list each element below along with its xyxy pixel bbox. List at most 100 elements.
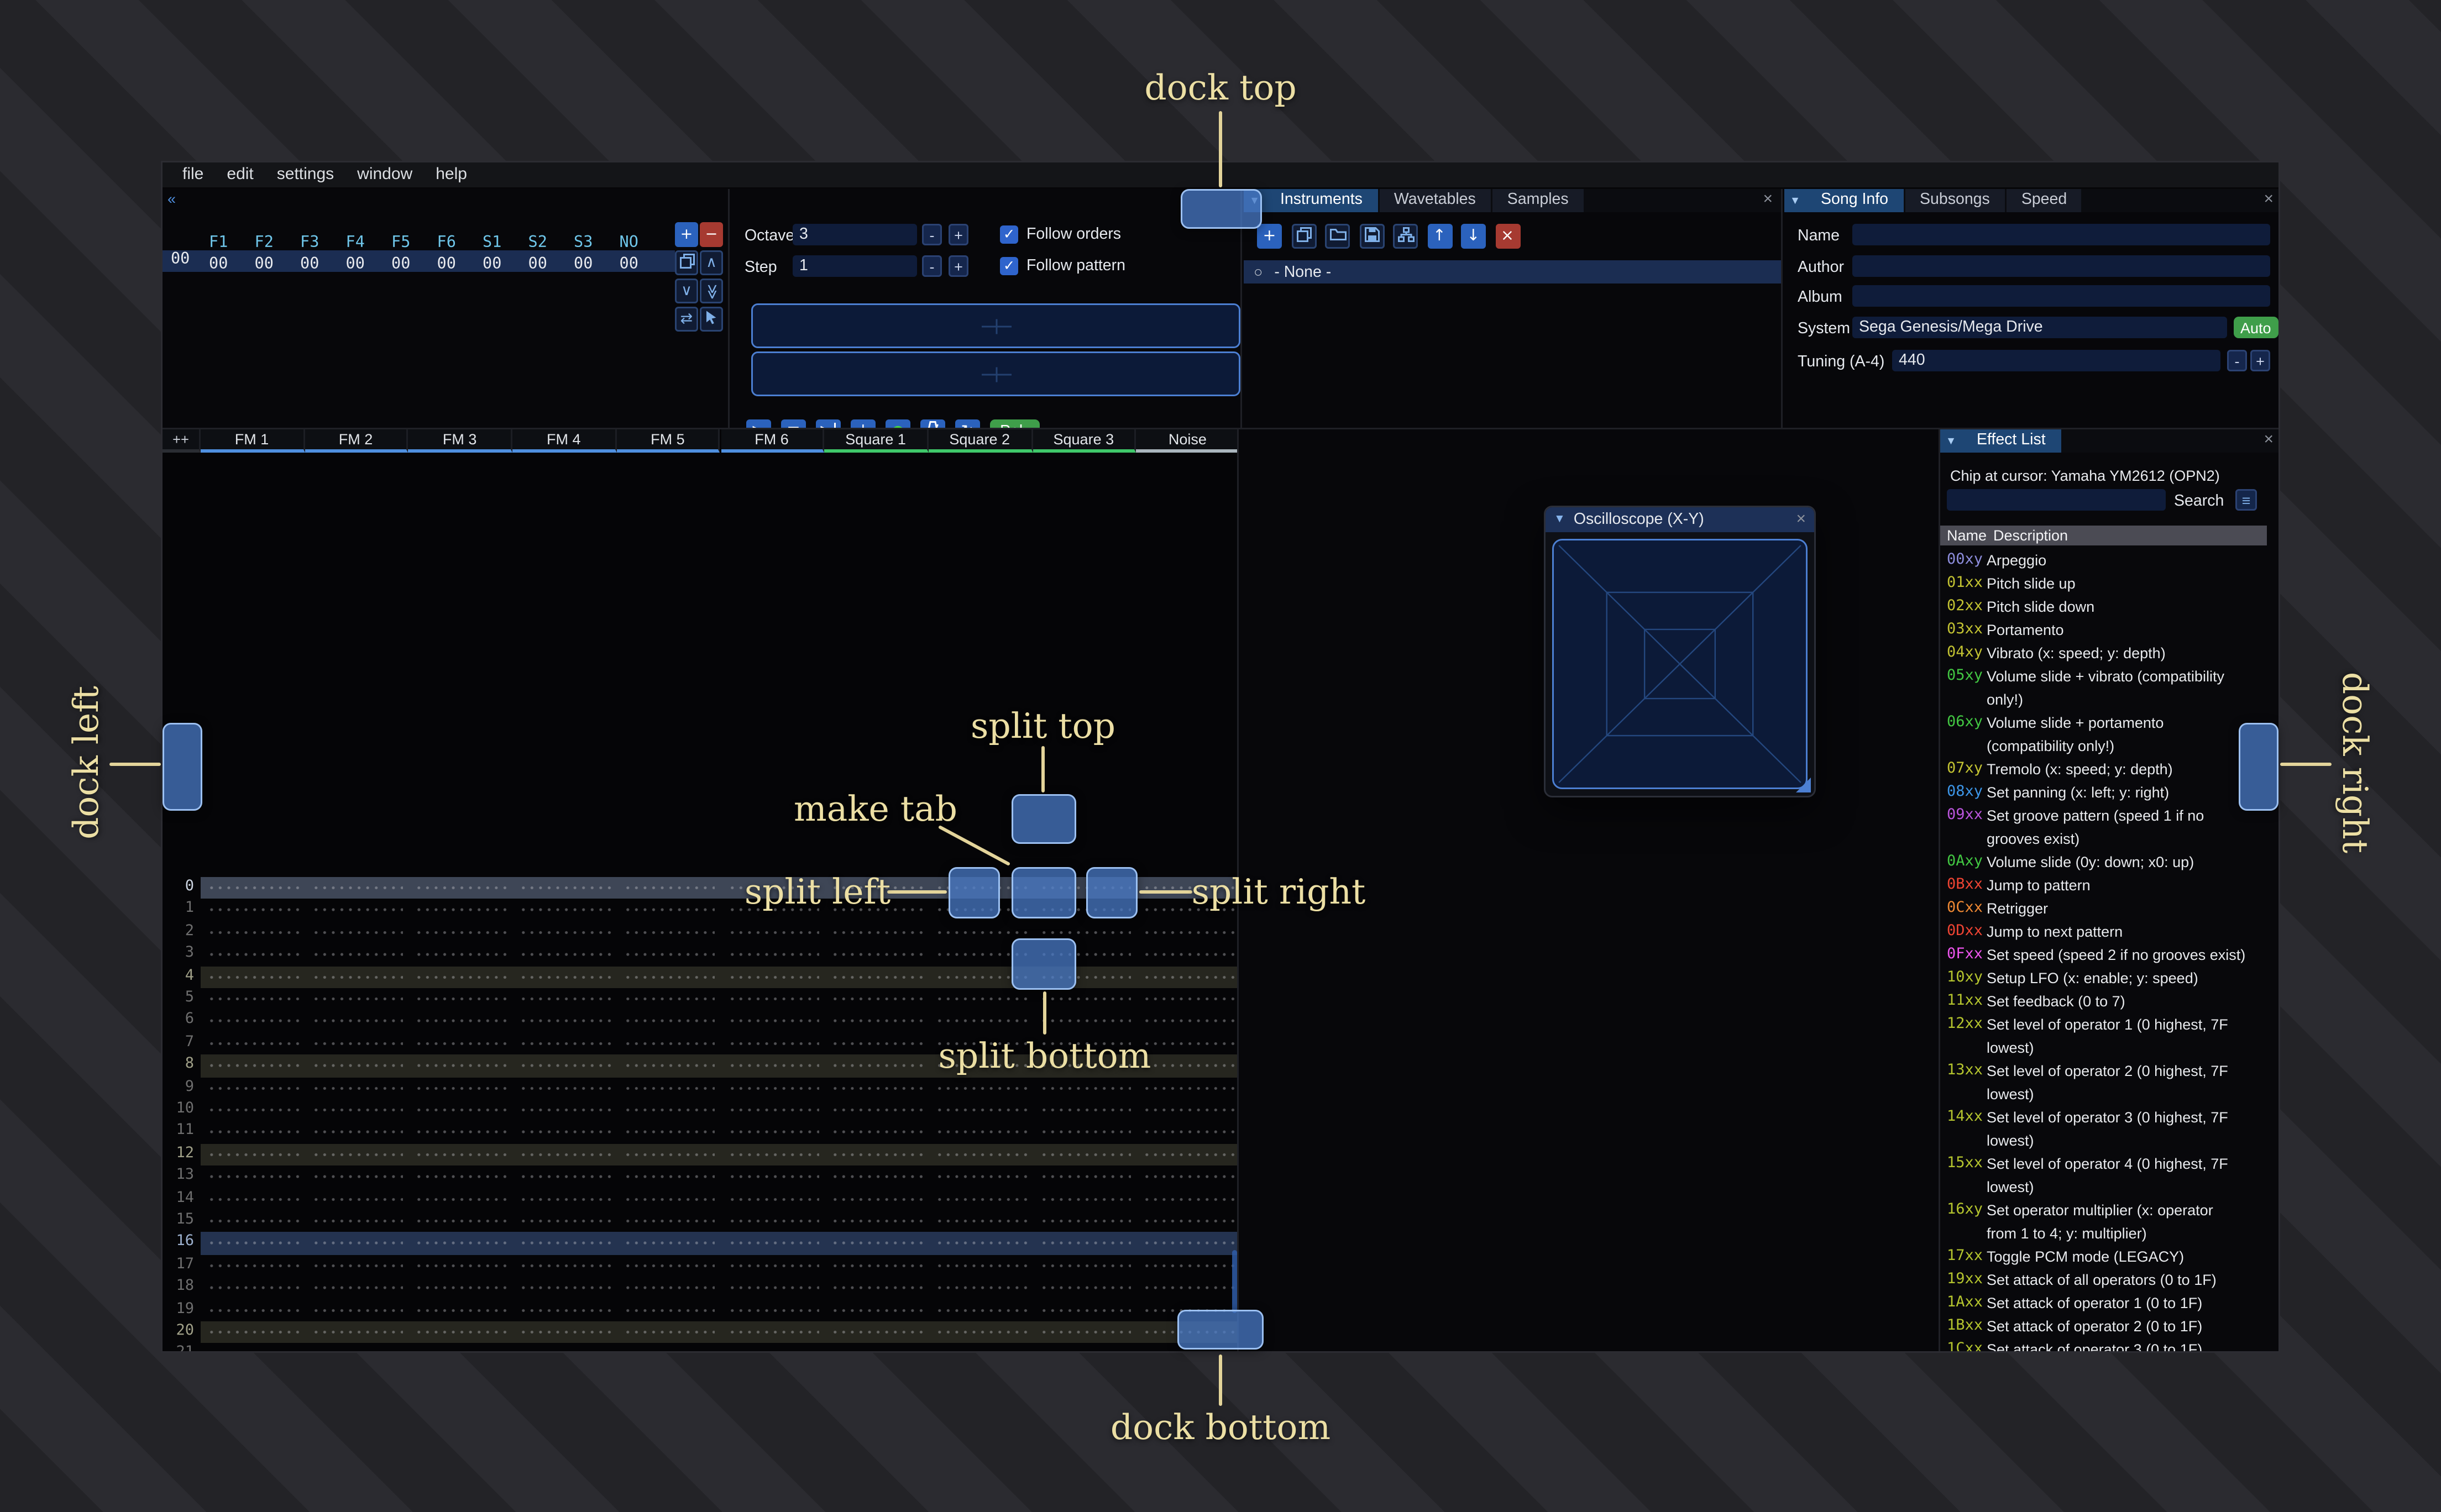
effect-row-0Dxx[interactable]: 0Dxx Jump to next pattern <box>1940 920 2278 943</box>
pattern-cell[interactable] <box>512 1010 616 1033</box>
pattern-cell[interactable] <box>929 1010 1033 1033</box>
pattern-cell[interactable] <box>305 1032 408 1055</box>
pattern-cell[interactable] <box>929 988 1033 1011</box>
oscilloscope-title-bar[interactable]: ▼ Oscilloscope (X-Y) × <box>1546 507 1814 532</box>
order-value[interactable]: 00 <box>561 255 606 274</box>
pattern-cell[interactable] <box>1136 1032 1237 1055</box>
pattern-cell[interactable] <box>721 1099 825 1122</box>
pattern-cell[interactable] <box>1136 1054 1237 1077</box>
make-tab-target[interactable] <box>1012 867 1076 918</box>
pattern-cell[interactable] <box>408 877 512 900</box>
pattern-cell[interactable] <box>721 1010 825 1033</box>
effect-row-07xy[interactable]: 07xy Tremolo (x: speed; y: depth) <box>1940 758 2278 781</box>
pattern-cell[interactable] <box>721 1210 825 1233</box>
pattern-cell[interactable] <box>929 1166 1033 1188</box>
pattern-cell[interactable] <box>305 1010 408 1033</box>
pattern-cell[interactable] <box>616 1054 720 1077</box>
effect-row-19xx[interactable]: 19xx Set attack of all operators (0 to 1F… <box>1940 1268 2278 1292</box>
effect-row-11xx[interactable]: 11xx Set feedback (0 to 7) <box>1940 990 2278 1013</box>
pattern-cell[interactable] <box>1136 1232 1237 1255</box>
pattern-cell[interactable] <box>408 1143 512 1166</box>
pattern-cell[interactable] <box>825 921 929 944</box>
pattern-cell[interactable] <box>305 1277 408 1299</box>
pattern-cell[interactable] <box>512 1054 616 1077</box>
auto-tuning-button[interactable]: Auto <box>2234 317 2278 338</box>
effect-row-1Bxx[interactable]: 1Bxx Set attack of operator 2 (0 to 1F) <box>1940 1315 2278 1338</box>
pattern-cell[interactable] <box>1136 1166 1237 1188</box>
pattern-cell[interactable] <box>721 1143 825 1166</box>
pattern-cell[interactable] <box>512 877 616 900</box>
order-value[interactable]: 00 <box>378 255 424 274</box>
channel-header-square-2[interactable]: Square 2 <box>928 429 1033 453</box>
pattern-cell[interactable] <box>1033 1232 1136 1255</box>
pattern-cell[interactable] <box>512 899 616 922</box>
follow-orders-checkbox[interactable]: ✓ Follow orders <box>1000 224 1121 245</box>
order-value[interactable]: 00 <box>287 255 333 274</box>
pattern-cell[interactable] <box>305 921 408 944</box>
pattern-cell[interactable] <box>201 1277 305 1299</box>
order-value[interactable]: 00 <box>196 255 242 274</box>
pattern-cell[interactable] <box>616 877 720 900</box>
pattern-cell[interactable] <box>512 1299 616 1321</box>
move-instrument-up-button[interactable]: ↑ <box>1427 224 1452 249</box>
pattern-cell[interactable] <box>201 899 305 922</box>
pattern-cell[interactable] <box>512 1121 616 1144</box>
pattern-cell[interactable] <box>1033 1210 1136 1233</box>
pattern-cell[interactable] <box>929 1232 1033 1255</box>
song-info-close-icon[interactable]: × <box>2255 189 2278 212</box>
pattern-cell[interactable] <box>305 1232 408 1255</box>
split-right-target[interactable] <box>1086 867 1138 918</box>
split-bottom-target[interactable] <box>1012 938 1076 990</box>
order-row[interactable]: 00 00 00 00 00 00 00 00 00 00 00 <box>163 250 675 274</box>
pattern-cell[interactable] <box>616 1299 720 1321</box>
pattern-cell[interactable] <box>1136 1210 1237 1233</box>
pattern-scrollbar[interactable] <box>1232 1250 1237 1313</box>
pattern-cell[interactable] <box>1033 1299 1136 1321</box>
open-instrument-button[interactable] <box>1325 224 1350 249</box>
pattern-cell[interactable] <box>721 1121 825 1144</box>
pattern-cell[interactable] <box>929 1099 1033 1122</box>
pattern-cell[interactable] <box>201 1054 305 1077</box>
orders-pin-icon[interactable]: « <box>167 191 176 207</box>
pattern-cell[interactable] <box>616 1188 720 1210</box>
album-input[interactable] <box>1852 285 2270 307</box>
effect-row-17xx[interactable]: 17xx Toggle PCM mode (LEGACY) <box>1940 1245 2278 1268</box>
pattern-cell[interactable] <box>825 1343 929 1351</box>
pattern-cell[interactable] <box>201 921 305 944</box>
pattern-cell[interactable] <box>305 965 408 988</box>
channel-header-fm-1[interactable]: FM 1 <box>201 429 305 453</box>
channel-header-noise[interactable]: Noise <box>1136 429 1237 453</box>
split-top-target[interactable] <box>1012 794 1076 844</box>
pattern-cell[interactable] <box>408 1054 512 1077</box>
pattern-cell[interactable] <box>512 1188 616 1210</box>
pattern-cell[interactable] <box>305 1099 408 1122</box>
effect-row-05xy[interactable]: 05xy Volume slide + vibrato (compatibilit… <box>1940 665 2278 711</box>
step-increase-button[interactable]: + <box>949 255 968 277</box>
pattern-cell[interactable] <box>825 1321 929 1344</box>
pattern-cell[interactable] <box>512 1077 616 1099</box>
pattern-cell[interactable] <box>929 1299 1033 1321</box>
pattern-cell[interactable] <box>1136 1121 1237 1144</box>
pattern-cell[interactable] <box>721 921 825 944</box>
instrument-list-item[interactable]: ○ - None - <box>1244 260 1781 284</box>
pattern-cell[interactable] <box>1033 1010 1136 1033</box>
octave-increase-button[interactable]: + <box>949 224 968 245</box>
order-change-mode-button[interactable]: ⇄ <box>675 307 698 332</box>
move-order-up-button[interactable]: ∧ <box>700 250 723 275</box>
menu-window[interactable]: window <box>345 166 424 184</box>
tuning-increase-button[interactable]: + <box>2250 350 2270 371</box>
pattern-cell[interactable] <box>201 1166 305 1188</box>
effect-row-04xy[interactable]: 04xy Vibrato (x: speed; y: depth) <box>1940 642 2278 665</box>
pattern-cell[interactable] <box>825 1010 929 1033</box>
tab-instruments[interactable]: Instruments <box>1265 189 1377 212</box>
effect-list-close-icon[interactable]: × <box>2255 429 2278 453</box>
pattern-cell[interactable] <box>512 943 616 966</box>
effect-search-input[interactable] <box>1947 489 2166 511</box>
pattern-cell[interactable] <box>1136 1099 1237 1122</box>
tuning-input[interactable]: 440 <box>1892 350 2220 371</box>
pattern-cell[interactable] <box>616 1343 720 1351</box>
tab-subsongs[interactable]: Subsongs <box>1905 189 2005 212</box>
pattern-cell[interactable] <box>1136 921 1237 944</box>
pattern-expand-button[interactable]: ++ <box>163 429 201 453</box>
effect-tab-list-button[interactable]: ▼ <box>1940 429 1962 453</box>
